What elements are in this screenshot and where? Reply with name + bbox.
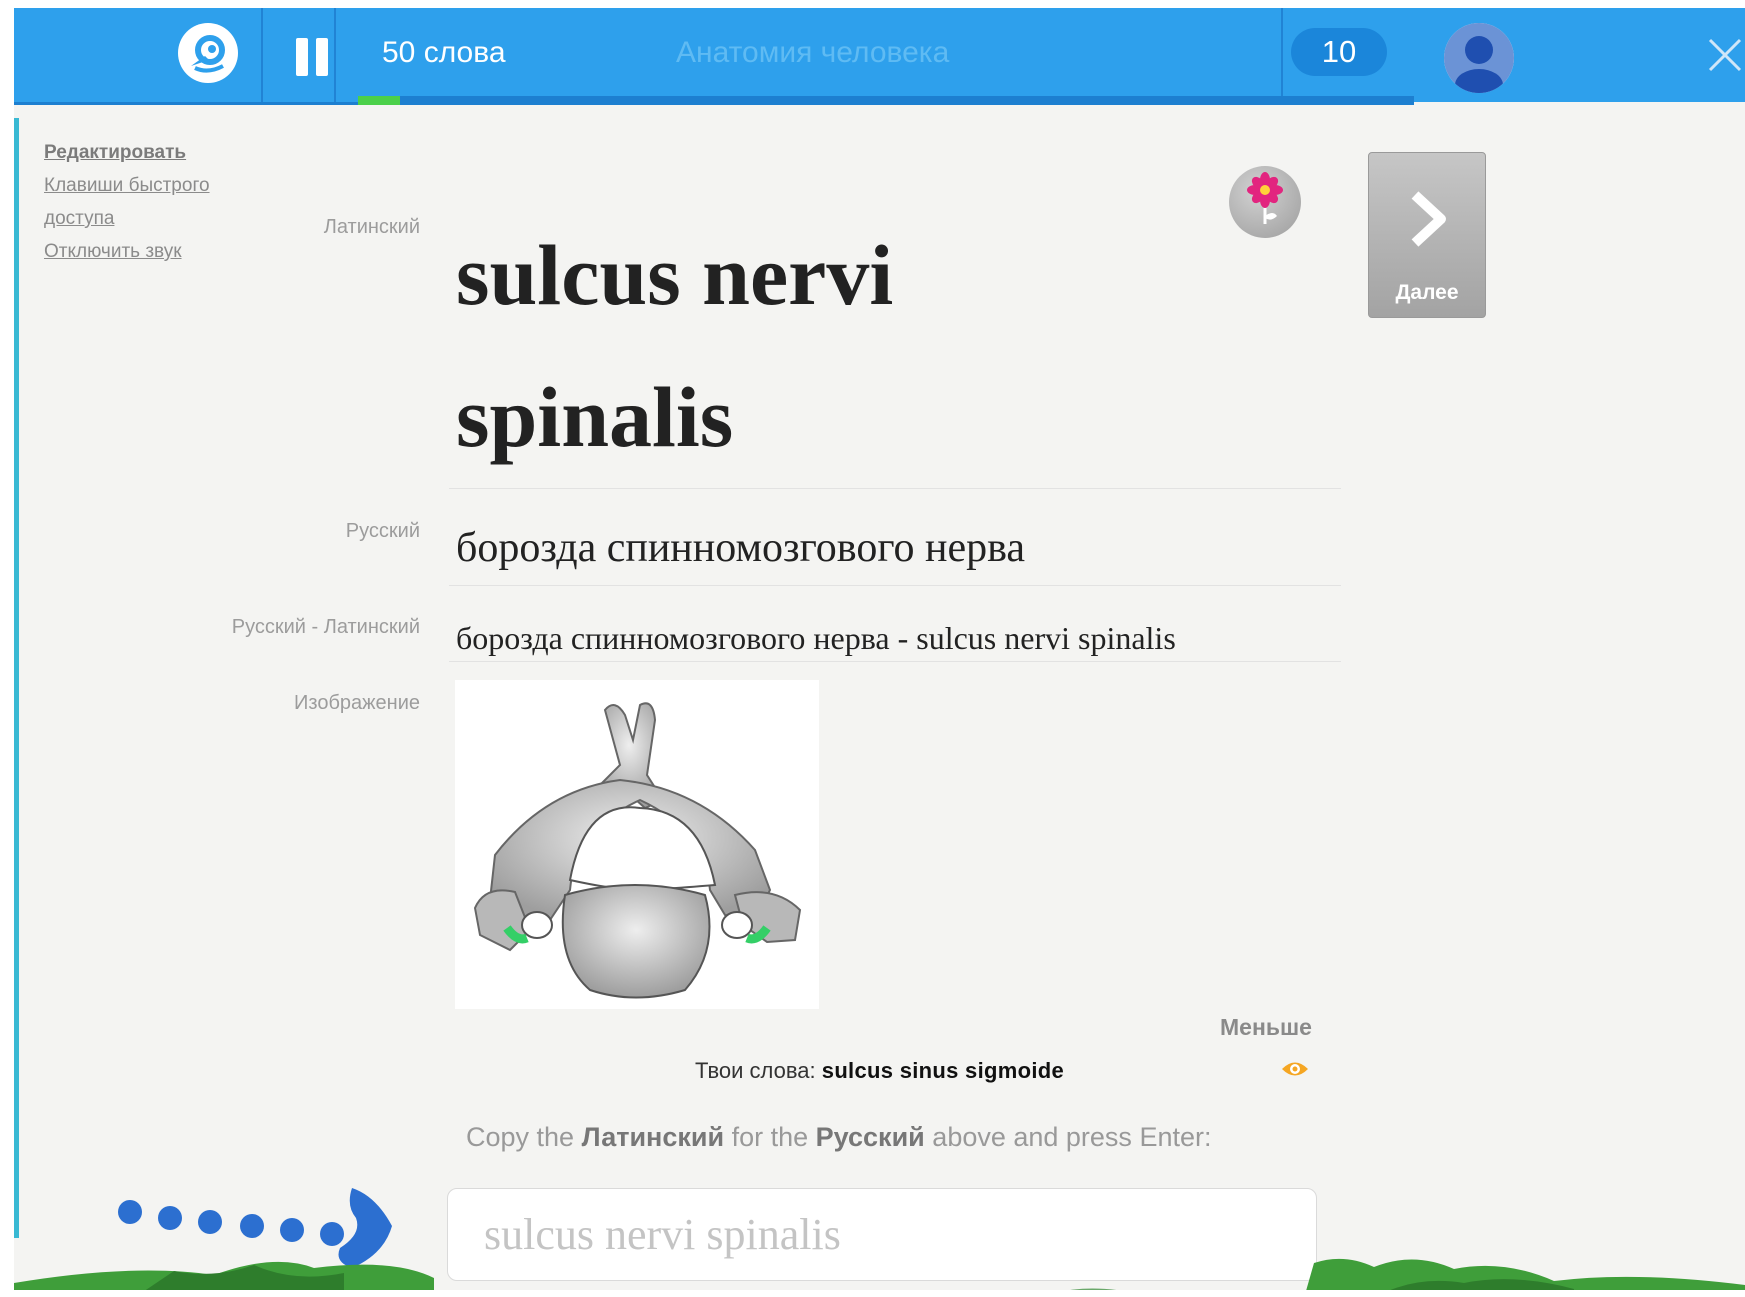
instruction-text: Copy the Латинский for the Русский above…: [466, 1122, 1212, 1152]
user-avatar-icon[interactable]: [1444, 23, 1514, 93]
separator: [449, 585, 1341, 586]
divider: [334, 8, 336, 102]
image-label: Изображение: [294, 692, 420, 714]
separator: [449, 488, 1341, 489]
left-accent-rule: [14, 118, 19, 1238]
your-words-prefix: Твои слова:: [695, 1058, 816, 1083]
less-toggle[interactable]: Меньше: [1220, 1014, 1312, 1041]
pair-text: борозда спинномозгового нерва - sulcus n…: [456, 620, 1176, 656]
close-icon[interactable]: [1704, 34, 1745, 76]
latin-label: Латинский: [323, 216, 420, 238]
session-progress-fill: [358, 96, 400, 105]
edit-link[interactable]: Редактировать: [44, 136, 244, 169]
course-title: Анатомия человека: [676, 36, 950, 69]
vertebra-image: [455, 680, 819, 1009]
score-badge: 10: [1291, 28, 1387, 76]
mute-sound-link[interactable]: Отключить звук: [44, 235, 244, 268]
learning-session: 50 слова Анатомия человека 10 Редактиров…: [14, 8, 1745, 1297]
next-button-label: Далее: [1395, 281, 1459, 304]
latin-word: sulcus nervi spinalis: [456, 227, 894, 465]
bottom-margin: [0, 1290, 1745, 1297]
divider: [261, 8, 263, 102]
eye-icon[interactable]: [1280, 1058, 1310, 1080]
your-words-value: sulcus sinus sigmoide: [821, 1058, 1065, 1083]
words-count-label: 50 слова: [382, 36, 506, 69]
keyboard-shortcuts-link[interactable]: Клавиши быстрого доступа: [44, 169, 244, 235]
chevron-right-icon: [1411, 191, 1446, 247]
session-progress-track: [358, 96, 1414, 105]
next-button[interactable]: Далее: [1368, 152, 1486, 318]
hills-decoration: [14, 1258, 1745, 1297]
your-words-line: Твои слова: sulcus sinus sigmoide: [695, 1058, 1064, 1084]
pause-icon[interactable]: [296, 38, 332, 78]
watering-can-icon[interactable]: [178, 23, 238, 83]
separator: [449, 661, 1341, 662]
top-bar: 50 слова Анатомия человека 10: [14, 8, 1414, 105]
russian-label: Русский: [345, 520, 420, 542]
pair-label: Русский - Латинский: [231, 616, 420, 638]
russian-word: борозда спинномозгового нерва: [456, 525, 1026, 571]
divider: [1281, 8, 1283, 102]
flower-icon[interactable]: [1229, 166, 1301, 238]
sidebar-links: Редактировать Клавиши быстрого доступа О…: [44, 136, 244, 268]
